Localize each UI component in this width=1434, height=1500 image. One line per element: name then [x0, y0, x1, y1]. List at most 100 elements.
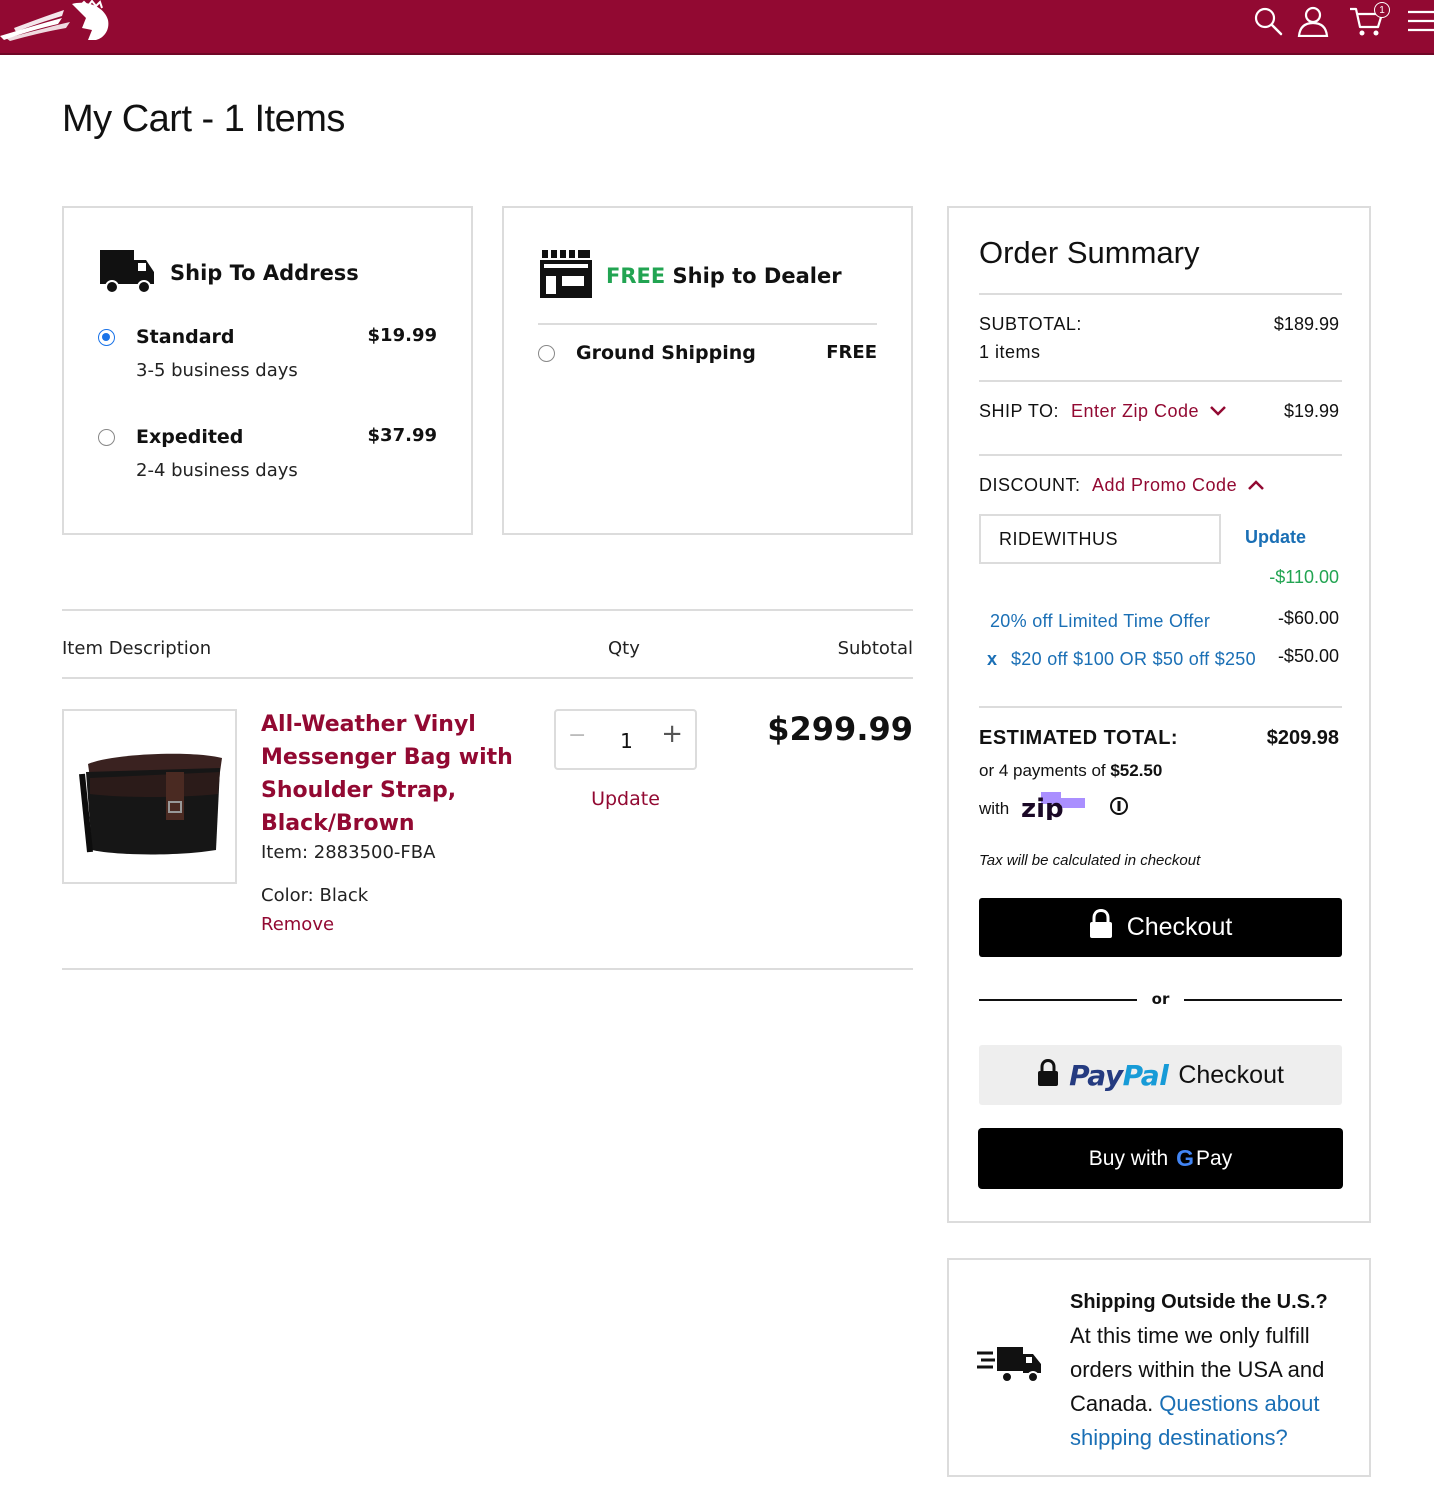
standard-shipping-label[interactable]: Standard	[136, 326, 235, 348]
ship-to-dealer-heading: FREE Ship to Dealer	[540, 248, 842, 304]
paypal-logo-pay: Pay	[1069, 1058, 1123, 1092]
subtotal-header: Subtotal	[837, 638, 913, 659]
divider	[62, 609, 913, 611]
google-pay-button[interactable]: Buy with G Pay	[978, 1128, 1343, 1189]
dealer-store-icon	[540, 248, 592, 304]
remove-item-link[interactable]: Remove	[261, 914, 334, 935]
discount-item-label: 20% off Limited Time Offer	[990, 611, 1211, 631]
discount-item-amount: -$50.00	[1277, 646, 1339, 666]
paypal-logo: PayPal	[1069, 1058, 1169, 1092]
delivery-truck-icon	[100, 248, 156, 298]
divider	[979, 454, 1342, 456]
order-summary-title: Order Summary	[979, 235, 1200, 270]
ship-to-address-title: Ship To Address	[170, 261, 359, 285]
subtotal-label: SUBTOTAL:	[979, 314, 1082, 334]
enter-zip-code-dropdown[interactable]: Enter Zip Code	[1071, 401, 1227, 422]
or-separator: or	[979, 988, 1342, 1012]
qty-header: Qty	[608, 638, 640, 659]
page-title: My Cart - 1 Items	[62, 98, 345, 140]
estimated-total-value: $209.98	[1266, 727, 1339, 749]
add-promo-code-toggle[interactable]: Add Promo Code	[1092, 475, 1265, 496]
fast-delivery-truck-icon	[977, 1345, 1047, 1389]
discount-item-label: $20 off $100 OR $50 off $250	[1011, 649, 1256, 669]
zip-installment-amount: $52.50	[1110, 761, 1163, 780]
zip-with-row: with zip	[979, 792, 1129, 825]
shipping-cost: $19.99	[1283, 401, 1339, 421]
item-subtotal: $299.99	[767, 710, 913, 748]
ship-to-dealer-title: FREE Ship to Dealer	[606, 264, 842, 288]
top-header: 1	[0, 0, 1434, 55]
zip-installments: or 4 payments of $52.50	[979, 761, 1162, 781]
shipping-notice-panel: Shipping Outside the U.S.? At this time …	[947, 1258, 1371, 1477]
zip-installments-prefix: or 4 payments of	[979, 761, 1111, 780]
order-summary-panel: Order Summary SUBTOTAL: $189.99 1 items …	[947, 206, 1371, 1223]
items-count: 1 items	[979, 342, 1041, 362]
product-color: Color: Black	[261, 885, 369, 906]
shipping-notice-text: Shipping Outside the U.S.? At this time …	[1070, 1285, 1360, 1455]
free-label: FREE	[606, 264, 666, 288]
menu-icon[interactable]	[1406, 4, 1434, 38]
divider	[62, 968, 913, 970]
divider	[62, 677, 913, 679]
zip-logo[interactable]: zip	[1021, 792, 1097, 825]
add-promo-code-label: Add Promo Code	[1092, 475, 1238, 495]
quantity-stepper: − 1 +	[554, 709, 697, 770]
standard-shipping-days: 3-5 business days	[136, 360, 298, 381]
tax-note: Tax will be calculated in checkout	[979, 852, 1201, 869]
google-pay-logo: G Pay	[1176, 1145, 1232, 1172]
discount-total: -$110.00	[1269, 567, 1339, 587]
cart-count-badge: 1	[1374, 2, 1390, 18]
enter-zip-code-label: Enter Zip Code	[1071, 401, 1200, 421]
paypal-logo-pal: Pal	[1122, 1058, 1169, 1092]
search-icon[interactable]	[1252, 4, 1284, 38]
product-image[interactable]	[62, 709, 237, 884]
estimated-total-label: ESTIMATED TOTAL:	[979, 727, 1179, 749]
cart-icon[interactable]: 1	[1346, 2, 1390, 38]
ground-shipping-label[interactable]: Ground Shipping	[576, 342, 756, 364]
google-g-logo: G	[1176, 1145, 1195, 1171]
ship-to-address-heading: Ship To Address	[100, 248, 359, 298]
info-icon[interactable]	[1109, 796, 1129, 821]
google-pay-prefix: Buy with	[1088, 1146, 1169, 1170]
ground-shipping-radio[interactable]	[538, 345, 555, 362]
zip-with-label: with	[979, 798, 1010, 818]
paypal-checkout-button[interactable]: PayPal Checkout	[979, 1045, 1342, 1105]
ship-to-dealer-panel: FREE Ship to Dealer Ground Shipping FREE	[502, 206, 913, 535]
divider	[538, 323, 877, 325]
indian-logo[interactable]	[0, 0, 112, 42]
remove-discount-button[interactable]: x	[987, 649, 997, 670]
discount-item-amount: -$60.00	[1277, 608, 1339, 628]
standard-shipping-radio[interactable]	[98, 329, 115, 346]
promo-update-button[interactable]: Update	[1245, 527, 1306, 548]
divider	[979, 380, 1342, 382]
chevron-up-icon	[1247, 475, 1265, 496]
lock-icon	[1037, 1058, 1059, 1091]
qty-increase-button[interactable]: +	[661, 719, 683, 749]
promo-code-input[interactable]	[979, 514, 1221, 564]
or-label: or	[1151, 990, 1170, 1008]
discount-label: DISCOUNT:	[979, 475, 1081, 495]
ship-to-address-panel: Ship To Address Standard $19.99 3-5 busi…	[62, 206, 473, 535]
checkout-label: Checkout	[1126, 913, 1233, 941]
zip-logo-text: zip	[1021, 794, 1064, 820]
subtotal-value: $189.99	[1273, 314, 1339, 334]
chevron-down-icon	[1209, 401, 1227, 422]
expedited-shipping-price: $37.99	[367, 425, 437, 446]
shipping-notice-title: Shipping Outside the U.S.?	[1070, 1291, 1328, 1313]
product-sku: Item: 2883500-FBA	[261, 842, 436, 863]
ship-to-dealer-title-text: Ship to Dealer	[665, 264, 842, 288]
product-name-link[interactable]: All-Weather Vinyl Messenger Bag with Sho…	[261, 708, 531, 840]
standard-shipping-price: $19.99	[367, 325, 437, 346]
qty-update-link[interactable]: Update	[554, 788, 697, 810]
divider	[979, 293, 1342, 295]
expedited-shipping-label[interactable]: Expedited	[136, 426, 243, 448]
paypal-checkout-label: Checkout	[1178, 1060, 1284, 1089]
ship-to-label: SHIP TO:	[979, 401, 1060, 421]
google-pay-pay: Pay	[1196, 1146, 1233, 1170]
checkout-button[interactable]: Checkout	[979, 898, 1342, 957]
lock-icon	[1089, 908, 1113, 946]
account-icon[interactable]	[1296, 4, 1330, 38]
item-description-header: Item Description	[62, 638, 212, 659]
expedited-shipping-radio[interactable]	[98, 429, 115, 446]
divider	[979, 706, 1342, 708]
